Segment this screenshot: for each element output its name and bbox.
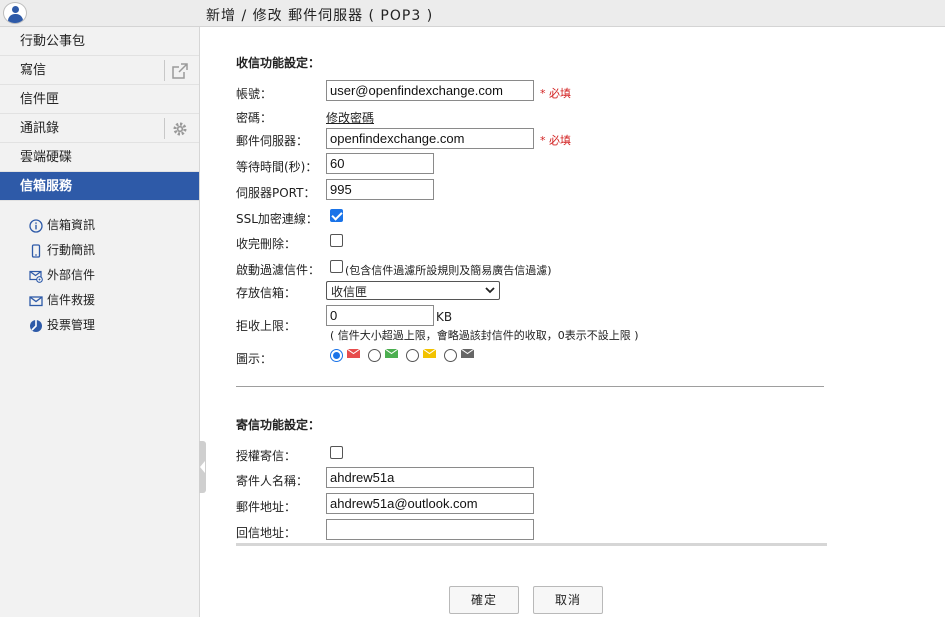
sub-item-sms[interactable]: 行動簡訊 [0,238,199,263]
envelope-icon [385,349,398,358]
delete-after-checkbox[interactable] [330,234,343,247]
icon-option-radio[interactable] [368,349,381,362]
sub-item-label: 外部信件 [47,268,96,282]
sidebar-item-contacts[interactable]: 通訊錄 [0,114,199,143]
page-title: 新增 / 修改 郵件伺服器 ( POP3 ) [206,8,434,24]
sub-menu: 信箱資訊 行動簡訊 外部信件 信件救援 投票管理 [0,201,199,338]
vote-icon [30,319,42,332]
envelope-icon [347,349,360,358]
change-password-link[interactable]: 修改密碼 [326,109,374,126]
timeout-label: 等待時間(秒)： [236,160,318,174]
reply-address-label: 回信地址： [236,526,297,540]
ssl-checkbox[interactable] [330,209,343,222]
filter-checkbox[interactable] [330,260,343,273]
section-divider [236,543,827,546]
mail-rescue-icon [29,295,43,306]
section-divider [236,386,824,387]
sender-name-label: 寄件人名稱： [236,474,309,488]
sidebar-item-label: 通訊錄 [20,121,60,136]
sidebar-item-cloud-drive[interactable]: 雲端硬碟 [0,143,199,172]
sender-name-input[interactable] [326,467,534,488]
sidebar-item-label: 寫信 [20,63,47,78]
envelope-icon [461,349,474,358]
delete-after-label: 收完刪除： [236,237,297,251]
port-label: 伺服器PORT： [236,186,316,200]
chevron-down-icon [485,287,495,294]
send-section-title: 寄信功能設定： [236,418,321,432]
sidebar-item-mailbox[interactable]: 信件匣 [0,85,199,114]
filter-note: (包含信件過濾所設規則及簡易廣告信過濾) [345,264,552,277]
sidebar-collapse-handle[interactable] [199,441,206,493]
password-label: 密碼： [236,111,273,125]
sidebar: 行動公事包 寫信 信件匣 通訊錄 雲端硬碟 信箱服務 信箱資訊 行動簡訊 外部信… [0,27,200,617]
folder-select-value: 收信匣 [331,285,368,299]
confirm-button[interactable]: 確定 [449,586,519,614]
top-bar: 新增 / 修改 郵件伺服器 ( POP3 ) [0,0,945,27]
sub-item-label: 信箱資訊 [47,218,96,232]
auth-label: 授權寄信： [236,449,297,463]
user-avatar-icon[interactable] [3,2,27,24]
gear-icon[interactable] [171,120,189,138]
timeout-input[interactable] [326,153,434,174]
receive-section-title: 收信功能設定： [236,56,321,70]
port-input[interactable] [326,179,434,200]
sub-item-label: 投票管理 [47,318,96,332]
size-limit-label: 拒收上限： [236,319,297,333]
account-label: 帳號： [236,87,273,101]
form-area: 收信功能設定： 帳號： * 必填 密碼： 修改密碼 郵件伺服器： * 必填 等待… [206,27,945,617]
icon-option-radio[interactable] [330,349,343,362]
sub-item-vote-manage[interactable]: 投票管理 [0,313,199,338]
icon-label: 圖示： [236,352,273,366]
size-limit-unit: KB [436,310,453,324]
sidebar-item-label: 信箱服務 [20,179,73,194]
folder-label: 存放信箱： [236,286,297,300]
icon-option-radio[interactable] [444,349,457,362]
address-input[interactable] [326,493,534,514]
reply-address-input[interactable] [326,519,534,540]
required-marker: * 必填 [540,134,571,147]
divider [164,118,165,139]
sidebar-item-label: 雲端硬碟 [20,150,73,165]
size-limit-input[interactable] [326,305,434,326]
sidebar-item-briefcase[interactable]: 行動公事包 [0,27,199,56]
filter-label: 啟動過濾信件： [236,263,321,277]
server-input[interactable] [326,128,534,149]
external-mail-icon [29,270,43,283]
sub-item-mail-rescue[interactable]: 信件救援 [0,288,199,313]
icon-option-radio[interactable] [406,349,419,362]
account-input[interactable] [326,80,534,101]
ssl-label: SSL加密連線： [236,212,318,226]
folder-select[interactable]: 收信匣 [326,281,500,300]
address-label: 郵件地址： [236,500,297,514]
auth-checkbox[interactable] [330,446,343,459]
sub-item-external-mail[interactable]: 外部信件 [0,263,199,288]
sidebar-item-mail-service[interactable]: 信箱服務 [0,172,199,201]
sidebar-item-label: 行動公事包 [20,34,86,49]
envelope-icon [423,349,436,358]
sidebar-item-label: 信件匣 [20,92,60,107]
server-label: 郵件伺服器： [236,134,309,148]
mobile-icon [31,243,41,258]
sub-item-label: 行動簡訊 [47,243,96,257]
required-marker: * 必填 [540,87,571,100]
info-icon [29,218,43,233]
sidebar-item-compose[interactable]: 寫信 [0,56,199,85]
external-link-icon[interactable] [171,62,189,80]
sub-item-mailbox-info[interactable]: 信箱資訊 [0,213,199,238]
divider [164,60,165,81]
sub-item-label: 信件救援 [47,293,96,307]
cancel-button[interactable]: 取消 [533,586,603,614]
size-limit-note: ( 信件大小超過上限，會略過該封信件的收取，0表示不設上限 ) [330,329,639,342]
